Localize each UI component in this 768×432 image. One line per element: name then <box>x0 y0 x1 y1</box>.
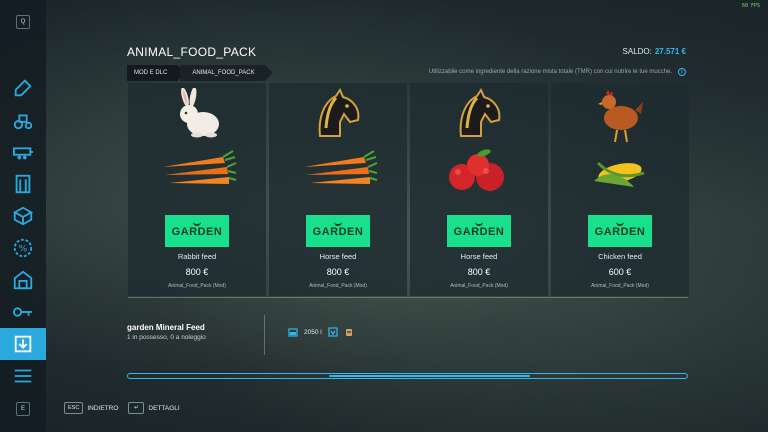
product-source: Animal_Food_Pack (Mod) <box>309 283 367 289</box>
esc-key: ESC <box>64 402 84 414</box>
ownership-status: 1 in possesso, 0 a noleggio <box>127 334 206 341</box>
sidebar-item-buildings[interactable] <box>0 264 46 296</box>
garden-logo: GARDEN <box>306 215 370 247</box>
prev-page-key[interactable]: Q <box>16 15 30 29</box>
product-card[interactable]: GARDEN Rabbit feed 800 € Animal_Food_Pac… <box>128 83 266 296</box>
scrollbar-thumb[interactable] <box>329 375 531 377</box>
horse-icon <box>410 88 548 140</box>
sidebar-item-tools[interactable] <box>0 72 46 104</box>
fill-type-icon <box>328 327 338 337</box>
key-icon <box>12 307 33 317</box>
product-source: Animal_Food_Pack (Mod) <box>168 283 226 289</box>
garden-logo: GARDEN <box>165 215 229 247</box>
description-text: Utilizzabile come ingrediente della razi… <box>428 69 672 75</box>
sidebar-item-objects[interactable] <box>0 200 46 232</box>
page-title: ANIMAL_FOOD_PACK <box>127 45 257 59</box>
capacity-value: 2050 l <box>304 328 322 336</box>
garden-logo: GARDEN <box>447 215 511 247</box>
balance: SALDO: 27.571 € <box>623 47 686 56</box>
product-price: 800 € <box>326 267 350 277</box>
download-icon <box>14 335 32 353</box>
product-name: Horse feed <box>460 252 498 261</box>
rabbit-icon <box>128 88 266 140</box>
product-card[interactable]: GARDEN Horse feed 800 € Animal_Food_Pack… <box>410 83 548 296</box>
tractor-icon <box>13 114 33 130</box>
info-icon[interactable]: i <box>678 68 686 76</box>
selected-item-name: garden Mineral Feed <box>127 323 205 332</box>
sidebar-item-vehicles[interactable] <box>0 104 46 136</box>
back-button[interactable]: ESC INDIETRO <box>64 402 118 414</box>
details-label: DETTAGLI <box>148 404 180 412</box>
footer-actions: ESC INDIETRO ↵ DETTAGLI <box>64 402 180 414</box>
product-name: Chicken feed <box>598 252 642 261</box>
details-button[interactable]: ↵ DETTAGLI <box>128 402 180 414</box>
sidebar-item-leasing[interactable] <box>0 296 46 328</box>
carrots-icon <box>269 147 407 195</box>
product-source: Animal_Food_Pack (Mod) <box>591 283 649 289</box>
feed-bag-icon <box>345 329 352 336</box>
chicken-icon <box>551 88 689 143</box>
product-grid: GARDEN Rabbit feed 800 € Animal_Food_Pac… <box>128 83 689 296</box>
apples-icon <box>410 147 548 195</box>
product-price: 800 € <box>467 267 491 277</box>
horizontal-scrollbar[interactable] <box>127 373 688 379</box>
product-source: Animal_Food_Pack (Mod) <box>450 283 508 289</box>
sidebar-item-menu[interactable] <box>0 360 46 392</box>
next-page-key[interactable]: E <box>16 402 30 416</box>
fps-counter: 60 FPS <box>741 3 760 9</box>
product-price: 600 € <box>608 267 632 277</box>
barn-icon <box>13 270 33 290</box>
breadcrumb-mods[interactable]: MOD E DLC <box>127 65 186 81</box>
divider <box>264 315 265 355</box>
balance-label: SALDO: <box>622 47 652 56</box>
breadcrumb: MOD E DLC ANIMAL_FOOD_PACK <box>127 65 273 81</box>
carrots-icon <box>128 147 266 195</box>
balance-value: 27.571 € <box>654 47 686 56</box>
sidebar: Q % E <box>0 0 46 432</box>
horse-icon <box>269 88 407 140</box>
sidebar-item-sales[interactable]: % <box>0 232 46 264</box>
product-card[interactable]: GARDEN Horse feed 800 € Animal_Food_Pack… <box>269 83 407 296</box>
breadcrumb-pack: ANIMAL_FOOD_PACK <box>180 65 273 81</box>
silo-icon <box>15 174 31 194</box>
trailer-icon <box>12 147 34 160</box>
product-card[interactable]: GARDEN Chicken feed 600 € Animal_Food_Pa… <box>551 83 689 296</box>
product-name: Rabbit feed <box>177 252 217 261</box>
product-price: 800 € <box>185 267 209 277</box>
wrench-icon <box>14 79 32 97</box>
enter-key: ↵ <box>128 402 145 414</box>
tank-icon <box>288 328 298 337</box>
divider <box>128 297 688 298</box>
product-name: Horse feed <box>319 252 357 261</box>
box-icon <box>12 206 34 226</box>
sidebar-item-trailers[interactable] <box>0 136 46 168</box>
corn-icon <box>551 147 689 195</box>
discount-icon: % <box>13 238 33 258</box>
menu-icon <box>14 369 32 383</box>
svg-text:%: % <box>19 244 28 255</box>
sidebar-item-storage[interactable] <box>0 168 46 200</box>
back-label: INDIETRO <box>87 404 119 412</box>
capacity-info: 2050 l <box>288 327 354 337</box>
sidebar-item-mods[interactable] <box>0 328 46 360</box>
garden-logo: GARDEN <box>588 215 652 247</box>
